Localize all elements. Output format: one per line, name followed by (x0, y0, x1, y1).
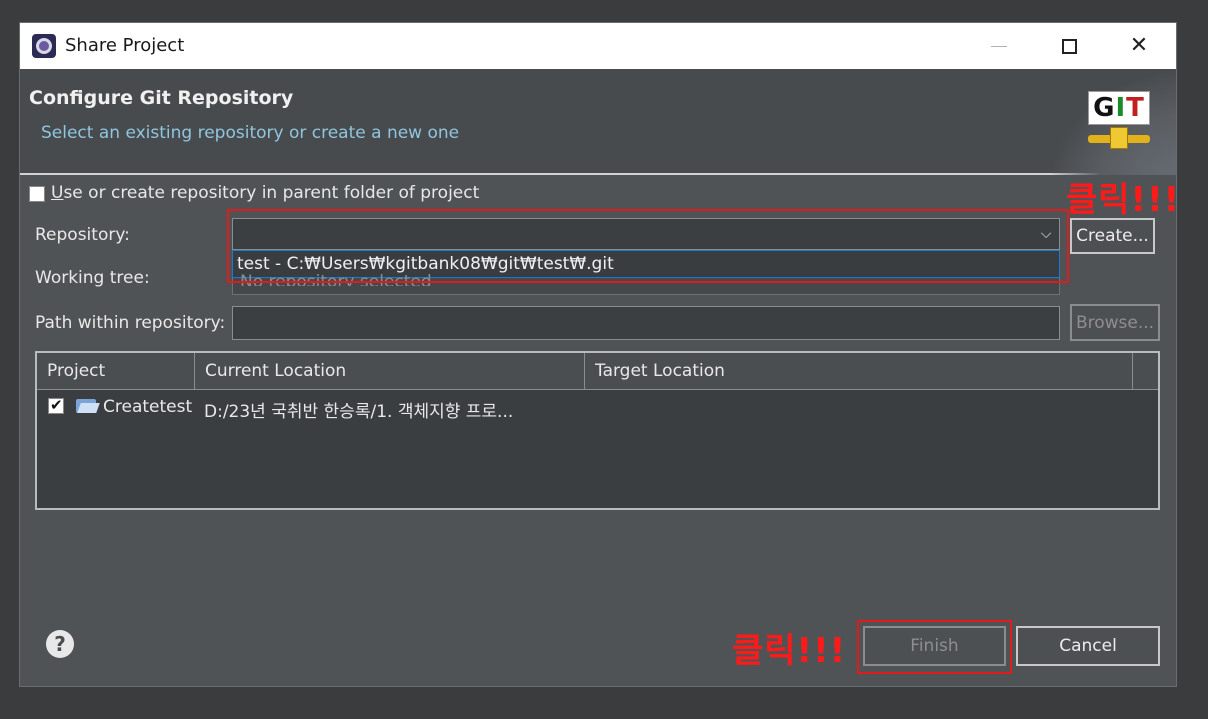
table-header: Project Current Location Target Location (37, 353, 1158, 390)
use-parent-folder-label[interactable]: Use or create repository in parent folde… (51, 183, 479, 203)
minimize-icon (991, 45, 1007, 47)
maximize-icon (1061, 38, 1077, 54)
wizard-header: Configure Git Repository Select an exist… (20, 69, 1176, 175)
cancel-button[interactable]: Cancel (1016, 626, 1160, 666)
use-parent-folder-checkbox[interactable] (29, 186, 45, 202)
annotation-click-text-2: 클릭!!! (732, 631, 847, 671)
help-icon[interactable]: ? (46, 630, 74, 658)
page-subtitle: Select an existing repository or create … (41, 123, 460, 143)
table-row[interactable]: Createtest D:/23년 국취반 한승록/1. 객체지향 프로... (37, 393, 1158, 423)
eclipse-icon (32, 34, 56, 58)
repository-label: Repository: (35, 225, 130, 245)
git-logo-text: GIT (1093, 93, 1145, 123)
path-within-repository-input[interactable] (232, 306, 1060, 340)
browse-button[interactable]: Browse... (1070, 304, 1160, 341)
page-title: Configure Git Repository (29, 87, 294, 109)
window-title: Share Project (65, 35, 185, 56)
project-row-checkbox[interactable] (48, 396, 64, 414)
column-header-current-location[interactable]: Current Location (195, 353, 585, 390)
close-button[interactable]: ✕ (1104, 23, 1174, 69)
git-logo-icon: GIT (1088, 91, 1150, 151)
finish-button[interactable]: Finish (863, 626, 1006, 666)
close-icon: ✕ (1129, 33, 1149, 58)
minimize-button[interactable] (964, 23, 1034, 69)
annotation-highlight-repository (227, 209, 1069, 283)
title-bar: Share Project ✕ (20, 23, 1176, 69)
project-name-cell: Createtest (103, 397, 193, 417)
folder-open-icon (76, 397, 100, 413)
project-table: Project Current Location Target Location… (35, 351, 1160, 510)
annotation-click-text-1: 클릭!!! (1066, 180, 1181, 220)
path-within-repository-label: Path within repository: (35, 313, 226, 333)
create-repository-button[interactable]: Create... (1070, 218, 1155, 254)
working-tree-label: Working tree: (35, 268, 150, 288)
column-header-target-location[interactable]: Target Location (585, 353, 1133, 390)
column-header-project[interactable]: Project (37, 353, 195, 390)
current-location-cell: D:/23년 국취반 한승록/1. 객체지향 프로... (204, 402, 514, 422)
maximize-button[interactable] (1034, 23, 1104, 69)
